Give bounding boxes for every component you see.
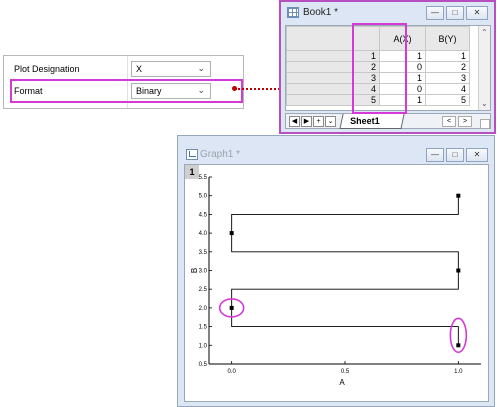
- y-tick-label: 1.5: [199, 325, 208, 331]
- y-tick-label: 5.0: [199, 194, 208, 200]
- layer-indicator[interactable]: 1: [185, 165, 199, 179]
- data-point: [229, 305, 234, 310]
- connector-dot: [232, 86, 237, 91]
- data-series-line: [231, 195, 459, 346]
- data-point: [456, 343, 461, 348]
- cell-b[interactable]: 3: [425, 72, 470, 84]
- window-controls: — □ ✕: [426, 148, 488, 162]
- plot-designation-dropdown[interactable]: X ⌄: [131, 61, 211, 77]
- window-controls: — □ ✕: [426, 6, 488, 20]
- cell-b[interactable]: 4: [425, 83, 470, 95]
- x-tick-label: 0.5: [341, 369, 350, 375]
- data-point: [456, 268, 461, 273]
- format-highlight-box: [10, 79, 243, 103]
- scroll-right-icon[interactable]: >: [458, 116, 472, 127]
- workbook-title-bar[interactable]: Book1 * — □ ✕: [281, 2, 494, 24]
- horizontal-scrollbar[interactable]: < >: [442, 116, 482, 127]
- chart-svg: 0.5 1.0 1.5 2.0 2.5 3.0 3.5 4.0 4.5 5.0 5.5 0.0 0.5 1…: [190, 175, 481, 387]
- graph-canvas[interactable]: 0.5 1.0 1.5 2.0 2.5 3.0 3.5 4.0 4.5 5.0 5.5 0.0 0.5 1…: [184, 164, 489, 402]
- close-button[interactable]: ✕: [466, 148, 488, 162]
- y-tick-label: 5.5: [199, 175, 208, 181]
- plot-designation-label: Plot Designation: [14, 64, 80, 74]
- y-tick-label: 1.0: [199, 343, 208, 349]
- chevron-down-icon: ⌄: [197, 63, 205, 73]
- scroll-down-icon[interactable]: ⌄: [481, 99, 488, 108]
- cell-b[interactable]: 1: [425, 50, 470, 62]
- cell-b[interactable]: 2: [425, 61, 470, 73]
- y-tick-label: 4.5: [199, 212, 208, 218]
- y-tick-label: 2.5: [199, 287, 208, 293]
- vertical-scrollbar[interactable]: ⌃ ⌄: [478, 26, 490, 110]
- data-point: [456, 193, 461, 198]
- workbook-icon: [287, 7, 299, 18]
- sheet-list-icon[interactable]: ⌄: [325, 116, 336, 127]
- sheet-tab-bar: ◀ ▶ + ⌄ Sheet1 < >: [285, 113, 491, 129]
- x-tick-label: 1.0: [454, 369, 463, 375]
- nav-left-icon[interactable]: ◀: [289, 116, 300, 127]
- y-tick-label: 0.5: [199, 362, 208, 368]
- column-a-highlight-box: [352, 23, 407, 114]
- cell-b[interactable]: 5: [425, 94, 470, 106]
- column-properties-panel: Plot Designation X ⌄ Format Binary ⌄: [3, 55, 244, 109]
- scroll-left-icon[interactable]: <: [442, 116, 456, 127]
- minimize-button[interactable]: —: [426, 148, 444, 162]
- graph-title-bar[interactable]: Graph1 * — □ ✕: [178, 136, 494, 166]
- y-tick-label: 3.5: [199, 250, 208, 256]
- graph-title: Graph1 *: [200, 149, 241, 160]
- workbook-title: Book1 *: [303, 7, 339, 18]
- scroll-up-icon[interactable]: ⌃: [481, 28, 488, 37]
- plot-designation-row: Plot Designation X ⌄: [4, 59, 243, 79]
- resize-grip-icon[interactable]: [480, 119, 490, 129]
- data-point: [229, 231, 234, 236]
- minimize-button[interactable]: —: [426, 6, 444, 20]
- y-tick-label: 2.0: [199, 306, 208, 312]
- sheet-tab[interactable]: Sheet1: [339, 114, 405, 129]
- y-axis-title: B: [190, 268, 199, 273]
- x-tick-label: 0.0: [227, 369, 236, 375]
- maximize-button[interactable]: □: [446, 148, 464, 162]
- column-header-b[interactable]: B(Y): [425, 26, 470, 51]
- x-axis-title: A: [339, 378, 345, 387]
- nav-right-icon[interactable]: ▶: [301, 116, 312, 127]
- y-tick-label: 4.0: [199, 231, 208, 237]
- close-button[interactable]: ✕: [466, 6, 488, 20]
- add-sheet-icon[interactable]: +: [313, 116, 324, 127]
- graph-icon: [186, 149, 198, 160]
- maximize-button[interactable]: □: [446, 6, 464, 20]
- sheet-tab-label: Sheet1: [350, 116, 380, 126]
- y-tick-label: 3.0: [199, 269, 208, 275]
- graph-window: Graph1 * — □ ✕ 0.5 1.0 1.5 2.0 2.5 3.0 3.5 4.0 4…: [177, 135, 495, 407]
- plot-designation-value: X: [136, 64, 143, 74]
